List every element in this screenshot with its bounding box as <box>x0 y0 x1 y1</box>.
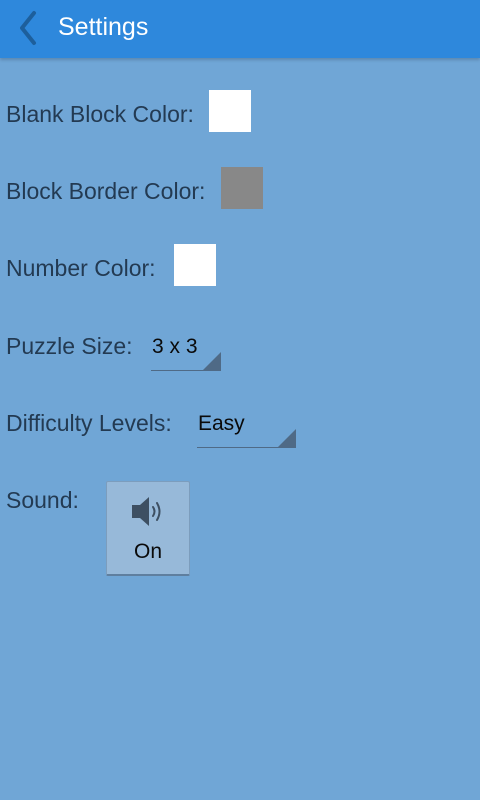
sound-label: Sound: <box>6 487 79 513</box>
puzzle-size-value: 3 x 3 <box>152 335 198 358</box>
speaker-icon <box>132 497 161 526</box>
chevron-left-icon <box>20 11 36 45</box>
blank-block-color-label: Blank Block Color: <box>6 101 194 127</box>
dropdown-arrow-icon <box>203 352 221 370</box>
puzzle-size-label: Puzzle Size: <box>6 333 133 359</box>
app-bar: Settings <box>0 0 480 58</box>
block-border-color-swatch[interactable] <box>221 167 263 209</box>
number-color-label: Number Color: <box>6 255 156 281</box>
difficulty-dropdown[interactable]: Easy <box>197 412 296 448</box>
puzzle-size-dropdown[interactable]: 3 x 3 <box>151 335 221 371</box>
back-button[interactable] <box>12 8 48 48</box>
difficulty-levels-label: Difficulty Levels: <box>6 410 172 436</box>
difficulty-value: Easy <box>198 412 245 435</box>
page-title: Settings <box>58 13 149 41</box>
blank-block-color-swatch[interactable] <box>209 90 251 132</box>
block-border-color-label: Block Border Color: <box>6 178 206 204</box>
sound-state: On <box>133 540 162 563</box>
sound-toggle-button[interactable]: On <box>106 481 190 576</box>
dropdown-arrow-icon <box>278 429 296 447</box>
number-color-swatch[interactable] <box>174 244 216 286</box>
